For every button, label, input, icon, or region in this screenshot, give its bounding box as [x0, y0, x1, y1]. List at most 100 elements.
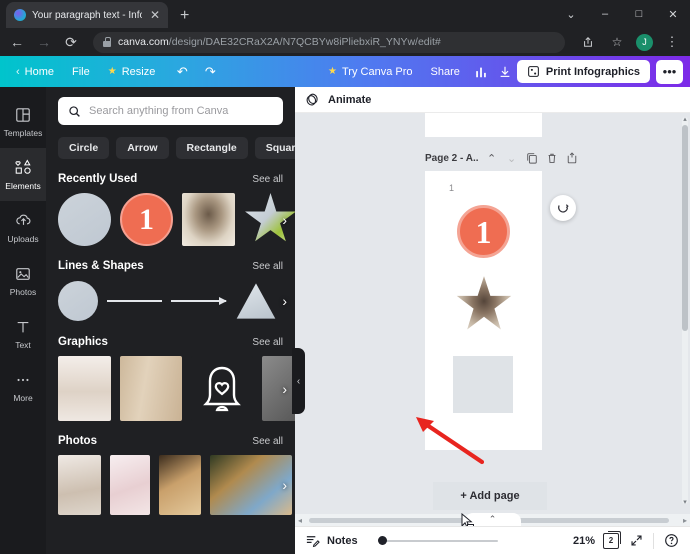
element-circle[interactable]: [58, 193, 111, 246]
browser-menu-icon[interactable]: ⋮: [662, 32, 682, 52]
graphic-gradient[interactable]: [262, 356, 295, 421]
more-options-button[interactable]: •••: [656, 59, 683, 84]
see-all-link[interactable]: See all: [252, 436, 283, 447]
photo-pink-hand[interactable]: [110, 455, 150, 515]
try-canva-pro-button[interactable]: ★ Try Canva Pro: [319, 62, 421, 82]
canvas-area[interactable]: Page 2 - A.. ⌃ ⌄ 1 1 + Add page ▴ ▾ ◂ ▸ …: [295, 113, 690, 526]
red-arrow-annotation: [398, 405, 484, 465]
add-page-button[interactable]: + Add page: [433, 482, 547, 510]
see-all-link[interactable]: See all: [252, 261, 283, 272]
section-header: Graphics See all: [58, 336, 283, 348]
canvas-element-number-badge[interactable]: 1: [457, 205, 510, 258]
bar-chart-icon[interactable]: [469, 61, 493, 83]
canvas-element-star[interactable]: [456, 276, 512, 330]
element-flower-photo[interactable]: [182, 193, 235, 246]
photo-hands-tree[interactable]: [210, 455, 292, 515]
shape-triangle[interactable]: [236, 283, 276, 319]
close-window-button[interactable]: ✕: [656, 0, 690, 28]
close-icon[interactable]: ✕: [148, 9, 162, 21]
graphic-beige-texture[interactable]: [120, 356, 182, 421]
section-title: Graphics: [58, 336, 108, 348]
home-button[interactable]: ‹ Home: [7, 62, 63, 82]
see-all-link[interactable]: See all: [252, 337, 283, 348]
new-tab-button[interactable]: +: [180, 8, 189, 24]
redo-icon[interactable]: ↷: [198, 61, 222, 83]
download-icon[interactable]: [493, 61, 517, 83]
shape-circle[interactable]: [58, 281, 98, 321]
shape-line[interactable]: [107, 300, 162, 302]
vertical-scrollbar[interactable]: ▴ ▾: [682, 115, 688, 506]
carousel-next-icon[interactable]: ›: [282, 212, 287, 228]
forward-icon[interactable]: →: [35, 33, 53, 51]
animate-label[interactable]: Animate: [328, 94, 371, 106]
maximize-button[interactable]: □: [622, 0, 656, 28]
shape-arrow[interactable]: [171, 297, 227, 304]
rotate-icon[interactable]: [550, 195, 576, 221]
undo-icon[interactable]: ↶: [170, 61, 194, 83]
sidebar-item-templates[interactable]: Templates: [0, 95, 46, 148]
notes-button[interactable]: Notes: [305, 533, 358, 548]
duplicate-icon[interactable]: [525, 151, 539, 165]
trash-icon[interactable]: [545, 151, 559, 165]
element-star[interactable]: [245, 193, 295, 242]
page-count-badge[interactable]: 2: [603, 530, 621, 549]
scroll-down-icon[interactable]: ▾: [682, 498, 688, 506]
help-icon[interactable]: [662, 532, 680, 550]
carousel-next-icon[interactable]: ›: [282, 477, 287, 493]
sidebar-item-photos[interactable]: Photos: [0, 254, 46, 307]
scroll-left-icon[interactable]: ◂: [298, 516, 302, 525]
address-bar[interactable]: canva.com/design/DAE32CRaX2A/N7QCBYw8iPl…: [93, 31, 565, 53]
zoom-slider[interactable]: [377, 536, 498, 545]
chevron-down-icon[interactable]: ⌄: [554, 0, 588, 28]
see-all-link[interactable]: See all: [252, 174, 283, 185]
sidebar-item-elements[interactable]: Elements: [0, 148, 46, 201]
chip-circle[interactable]: Circle: [58, 137, 110, 159]
share-label: Share: [430, 65, 460, 78]
graphic-heart-bell[interactable]: [191, 356, 253, 421]
move-page-up-icon[interactable]: ⌃: [485, 151, 499, 165]
panel-collapse-handle[interactable]: ‹: [292, 348, 305, 414]
photo-dried-bouquet[interactable]: [58, 455, 101, 515]
reload-icon[interactable]: ⟳: [62, 33, 80, 51]
recently-used-items: 1 ›: [58, 193, 295, 246]
bookmark-star-icon[interactable]: ☆: [607, 32, 627, 52]
scroll-thumb[interactable]: [682, 125, 688, 331]
scroll-right-icon[interactable]: ▸: [683, 516, 687, 525]
graphic-dried-flowers[interactable]: [58, 356, 111, 421]
sidebar-item-text[interactable]: Text: [0, 307, 46, 360]
element-number-badge[interactable]: 1: [120, 193, 173, 246]
zoom-knob[interactable]: [377, 536, 387, 545]
browser-tab[interactable]: Your paragraph text - Infographi ✕: [6, 2, 168, 28]
page-label[interactable]: Page 2 - A..: [425, 153, 479, 164]
file-menu[interactable]: File: [63, 62, 99, 82]
search-input[interactable]: Search anything from Canva: [58, 97, 283, 125]
back-icon[interactable]: ←: [8, 33, 26, 51]
undo-redo-group: ↶ ↷: [170, 61, 222, 83]
fullscreen-icon[interactable]: [627, 532, 645, 550]
zoom-value[interactable]: 21%: [573, 535, 595, 547]
resize-button[interactable]: ★ Resize: [99, 62, 165, 82]
avatar[interactable]: J: [636, 33, 653, 51]
chip-arrow[interactable]: Arrow: [116, 137, 169, 159]
sidebar-item-uploads[interactable]: Uploads: [0, 201, 46, 254]
sidebar-item-label: Text: [15, 339, 31, 350]
print-label: Print Infographics: [545, 65, 640, 78]
print-infographics-button[interactable]: Print Infographics: [516, 60, 650, 83]
carousel-next-icon[interactable]: ›: [282, 381, 287, 397]
share-icon[interactable]: [578, 32, 598, 52]
chip-square[interactable]: Square: [254, 137, 295, 159]
scroll-up-icon[interactable]: ▴: [682, 115, 688, 123]
horizontal-scrollbar[interactable]: ◂ ▸ ⌃: [295, 513, 690, 526]
photo-portrait[interactable]: [159, 455, 201, 515]
share-button[interactable]: Share: [422, 62, 469, 82]
section-photos: Photos See all ›: [46, 435, 295, 515]
uploads-icon: [14, 212, 32, 230]
elements-panel: Search anything from Canva Circle Arrow …: [46, 87, 295, 554]
carousel-next-icon[interactable]: ›: [282, 293, 287, 309]
elements-icon: [14, 159, 32, 177]
minimize-button[interactable]: –: [588, 0, 622, 28]
move-page-down-icon[interactable]: ⌄: [505, 151, 519, 165]
add-page-icon[interactable]: [565, 151, 579, 165]
sidebar-item-more[interactable]: More: [0, 360, 46, 413]
chip-rectangle[interactable]: Rectangle: [175, 137, 248, 159]
